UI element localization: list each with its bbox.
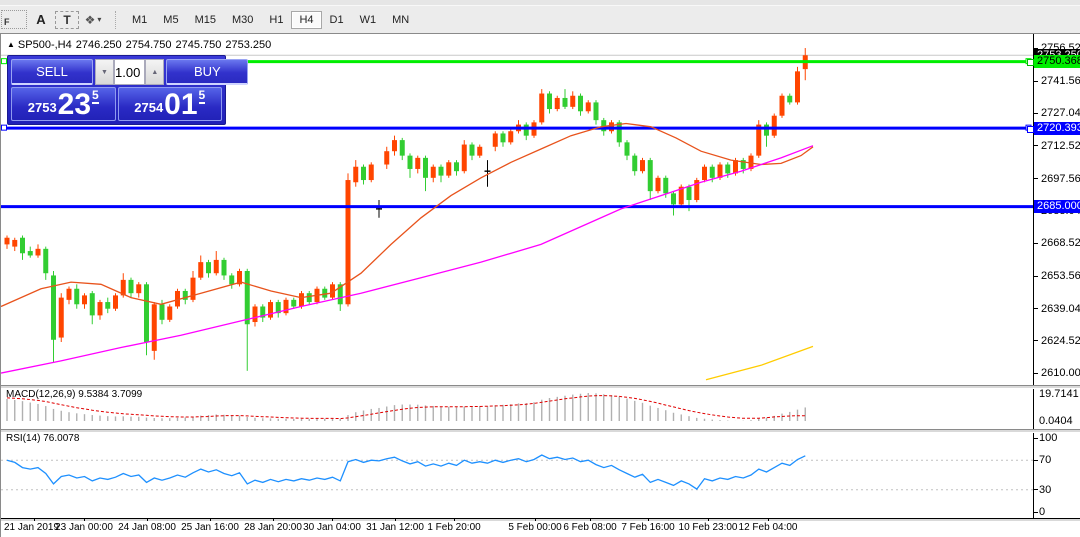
price-tick (1034, 81, 1038, 82)
time-tick (708, 518, 709, 521)
rsi-tick (1034, 438, 1038, 439)
sell-price-pip: 5 (92, 88, 99, 104)
timeframe-d1[interactable]: D1 (322, 11, 352, 29)
price-badge: 2750.368 (1034, 55, 1080, 68)
price-badge: 2720.393 (1034, 122, 1080, 135)
rsi-axis-label: 70 (1039, 454, 1051, 466)
time-axis-label: 21 Jan 2019 (4, 522, 59, 533)
macd-axis-min: 0.0404 (1039, 415, 1073, 427)
timeframe-m30[interactable]: M30 (224, 11, 261, 29)
arrows-tool-button[interactable]: ❖ ▾ (81, 8, 105, 32)
sell-price-prefix: 2753 (28, 100, 57, 115)
buy-price-button[interactable]: 2754 01 5 (118, 87, 223, 121)
price-tick-label: 2610.000 (1041, 367, 1080, 379)
time-tick (84, 518, 85, 521)
timeframe-w1[interactable]: W1 (352, 11, 385, 29)
price-tick-label: 2727.040 (1041, 107, 1080, 119)
chevron-down-icon: ▾ (97, 15, 101, 24)
rsi-panel-separator[interactable] (1, 429, 1080, 433)
time-axis-label: 30 Jan 04:00 (303, 522, 361, 533)
timeframe-h4[interactable]: H4 (291, 11, 321, 29)
text-label-button[interactable]: A (29, 8, 53, 32)
price-tick (1034, 340, 1038, 341)
time-axis-label: 5 Feb 00:00 (508, 522, 561, 533)
buy-price-pip: 5 (199, 88, 206, 104)
toolbar-separator (115, 11, 117, 29)
chart-shift-button[interactable]: F (1, 10, 27, 29)
timeframe-h1[interactable]: H1 (261, 11, 291, 29)
charts-toolbar: F A T ❖ ▾ M1M5M15M30H1H4D1W1MN (0, 6, 1080, 33)
price-tick-label: 2712.520 (1041, 140, 1080, 152)
price-tick (1034, 145, 1038, 146)
macd-panel-separator[interactable] (1, 385, 1080, 389)
rsi-tick (1034, 460, 1038, 461)
time-axis-label: 7 Feb 16:00 (621, 522, 674, 533)
time-axis-label: 12 Feb 04:00 (739, 522, 798, 533)
rsi-axis-label: 0 (1039, 506, 1045, 518)
time-tick (454, 518, 455, 521)
arrows-icon: ❖ (85, 13, 96, 27)
buy-price-prefix: 2754 (134, 100, 163, 115)
time-tick (273, 518, 274, 521)
price-tick (1034, 178, 1038, 179)
price-tick-label: 2653.560 (1041, 270, 1080, 282)
time-tick (147, 518, 148, 521)
time-axis-label: 23 Jan 00:00 (55, 522, 113, 533)
macd-axis-max: 19.7141 (1039, 388, 1079, 400)
price-tick-label: 2639.040 (1041, 303, 1080, 315)
line-anchor[interactable] (1027, 126, 1034, 133)
volume-input[interactable]: 1.00 (114, 59, 145, 85)
price-tick (1034, 276, 1038, 277)
rsi-axis-label: 100 (1039, 432, 1057, 444)
time-tick (768, 518, 769, 521)
buy-button[interactable]: BUY (166, 59, 248, 85)
time-axis-label: 25 Jan 16:00 (181, 522, 239, 533)
rsi-tick (1034, 489, 1038, 490)
timeframe-bar: M1M5M15M30H1H4D1W1MN (124, 11, 417, 29)
sell-button[interactable]: SELL (11, 59, 93, 85)
text-tool-button[interactable]: T (55, 11, 79, 29)
buy-price-big: 01 (164, 92, 197, 118)
sell-price-button[interactable]: 2753 23 5 (11, 87, 116, 121)
rsi-tick (1034, 512, 1038, 513)
time-axis-label: 28 Jan 20:00 (244, 522, 302, 533)
timeframe-m5[interactable]: M5 (155, 11, 186, 29)
price-tick-label: 2624.520 (1041, 335, 1080, 347)
macd-label: MACD(12,26,9) 9.5384 3.7099 (6, 389, 142, 400)
timeframe-m15[interactable]: M15 (187, 11, 224, 29)
price-tick (1034, 308, 1038, 309)
time-tick (648, 518, 649, 521)
price-tick (1034, 113, 1038, 114)
price-tick-label: 2668.520 (1041, 237, 1080, 249)
chart-window: ▲SP500-,H42746.2502754.7502745.7502753.2… (0, 33, 1080, 537)
sell-price-big: 23 (58, 92, 91, 118)
time-tick (535, 518, 536, 521)
one-click-trading-panel: SELL ▼ 1.00 ▲ BUY 2753 23 5 2754 01 5 (7, 55, 226, 125)
price-tick-label: 2741.560 (1041, 75, 1080, 87)
price-tick-label: 2697.560 (1041, 173, 1080, 185)
time-axis-label: 10 Feb 23:00 (679, 522, 738, 533)
time-axis-label: 31 Jan 12:00 (366, 522, 424, 533)
timeframe-m1[interactable]: M1 (124, 11, 155, 29)
rsi-axis-label: 30 (1039, 484, 1051, 496)
time-tick (34, 518, 35, 521)
time-axis-label: 1 Feb 20:00 (427, 522, 480, 533)
time-tick (332, 518, 333, 521)
time-axis-label: 24 Jan 08:00 (118, 522, 176, 533)
timeframe-mn[interactable]: MN (384, 11, 417, 29)
line-anchor[interactable] (1027, 59, 1034, 66)
time-axis-label: 6 Feb 08:00 (563, 522, 616, 533)
price-badge: 2685.000 (1034, 200, 1080, 213)
volume-decrease-button[interactable]: ▼ (95, 59, 114, 85)
time-tick (210, 518, 211, 521)
mt4-terminal: F A T ❖ ▾ M1M5M15M30H1H4D1W1MN ▲SP500-,H… (0, 0, 1080, 537)
rsi-label: RSI(14) 76.0078 (6, 433, 79, 444)
time-tick (395, 518, 396, 521)
price-tick (1034, 243, 1038, 244)
time-tick (590, 518, 591, 521)
price-tick (1034, 373, 1038, 374)
volume-increase-button[interactable]: ▲ (145, 59, 164, 85)
